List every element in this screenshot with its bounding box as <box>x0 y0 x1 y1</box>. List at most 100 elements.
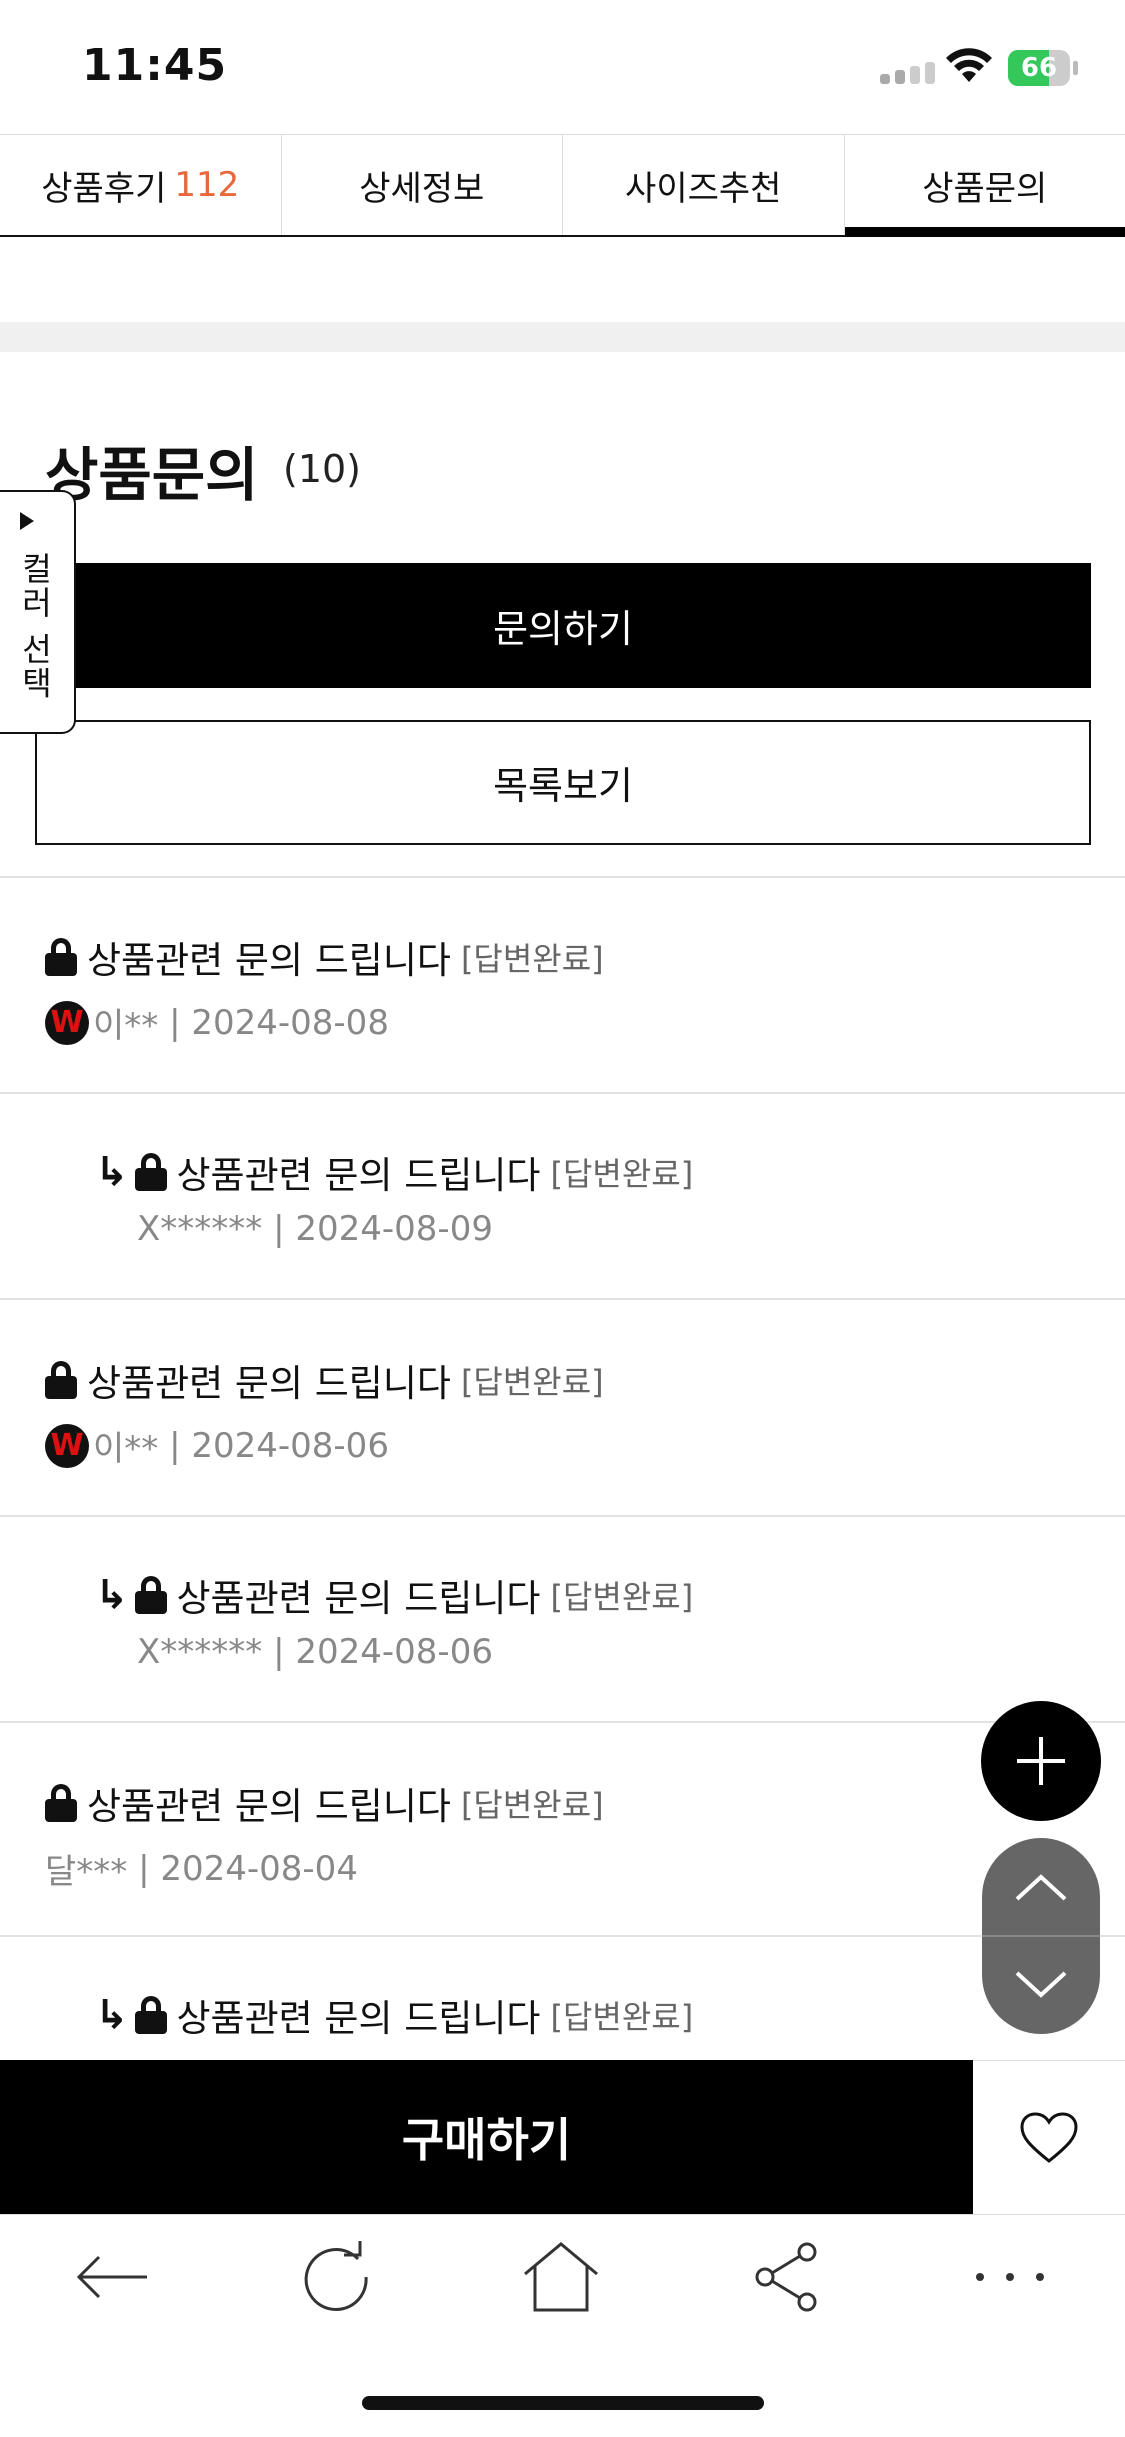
inquiry-count: (10) <box>283 447 361 491</box>
inquiry-reply-item[interactable]: ↳ 상품관련 문의 드립니다 [답변완료] X****** | 2024-08-… <box>95 1568 693 1672</box>
answer-status: [답변완료] <box>461 1780 604 1826</box>
inquiry-title-row: 상품관련 문의 드립니다 [답변완료] <box>45 1776 604 1830</box>
lock-icon <box>45 1784 77 1822</box>
inquiry-author: 이** <box>93 998 158 1047</box>
inquiry-item[interactable]: 상품관련 문의 드립니다 [답변완료] 달*** | 2024-08-04 <box>45 1776 604 1893</box>
inquiry-title-row: 상품관련 문의 드립니다 [답변완료] <box>45 1353 604 1407</box>
home-icon <box>521 2240 601 2314</box>
tab-label: 상품후기 <box>41 161 166 210</box>
status-time: 11:45 <box>82 40 227 91</box>
plus-icon <box>1011 1731 1071 1791</box>
scroll-bottom-button[interactable] <box>982 1936 1100 2034</box>
reply-arrow-icon: ↳ <box>95 1572 129 1618</box>
play-icon <box>20 512 34 530</box>
reply-arrow-icon: ↳ <box>95 1149 129 1195</box>
tab-label: 상품문의 <box>922 161 1047 210</box>
tab-details[interactable]: 상세정보 <box>282 135 564 235</box>
inquiry-title: 상품관련 문의 드립니다 <box>177 1988 541 2042</box>
ask-button[interactable]: 문의하기 <box>35 563 1091 688</box>
inquiry-meta: W 이** | 2024-08-06 <box>45 1421 604 1470</box>
divider <box>0 1935 1125 1937</box>
share-button[interactable] <box>736 2232 836 2322</box>
answer-status: [답변완료] <box>550 1992 693 2038</box>
inquiry-title-row: ↳ 상품관련 문의 드립니다 [답변완료] <box>95 1145 693 1199</box>
share-icon <box>749 2240 823 2314</box>
more-icon <box>973 2270 1047 2284</box>
tab-reviews[interactable]: 상품후기 112 <box>0 135 282 235</box>
inquiry-item[interactable]: 상품관련 문의 드립니다 [답변완료] W 이** | 2024-08-06 <box>45 1353 604 1470</box>
answer-status: [답변완료] <box>550 1572 693 1618</box>
member-grade-badge: W <box>45 1001 89 1045</box>
divider <box>0 1092 1125 1094</box>
inquiry-title-row: ↳ 상품관련 문의 드립니다 [답변완료] <box>95 1988 693 2042</box>
inquiry-item[interactable]: 상품관련 문의 드립니다 [답변완료] W 이** | 2024-08-08 <box>45 930 604 1047</box>
page-title: 상품문의 <box>45 428 258 512</box>
review-count: 112 <box>174 165 239 205</box>
home-button[interactable] <box>511 2232 611 2322</box>
answer-status: [답변완료] <box>461 934 604 980</box>
back-button[interactable] <box>62 2232 162 2322</box>
inquiry-title-row: ↳ 상품관련 문의 드립니다 [답변완료] <box>95 1568 693 1622</box>
inquiry-meta: X****** | 2024-08-09 <box>137 1209 693 1249</box>
section-separator <box>0 322 1125 352</box>
divider <box>0 1298 1125 1300</box>
lock-icon <box>45 1361 77 1399</box>
heart-icon <box>1019 2111 1079 2165</box>
answer-status: [답변완료] <box>550 1149 693 1195</box>
inquiry-meta: X****** | 2024-08-06 <box>137 1632 693 1672</box>
answer-status: [답변완료] <box>461 1357 604 1403</box>
inquiry-date: | 2024-08-09 <box>273 1209 493 1249</box>
refresh-button[interactable] <box>286 2232 386 2322</box>
inquiry-date: | 2024-08-08 <box>169 1003 389 1043</box>
back-arrow-icon <box>75 2255 149 2299</box>
more-button[interactable] <box>960 2232 1060 2322</box>
chevron-down-icon <box>1015 1971 1067 1999</box>
member-grade-badge: W <box>45 1424 89 1468</box>
battery-level: 66 <box>1008 50 1070 86</box>
buy-button[interactable]: 구매하기 <box>0 2060 973 2214</box>
scroll-buttons <box>982 1838 1100 2034</box>
tab-label: 사이즈추천 <box>625 161 781 210</box>
inquiry-title-row: 상품관련 문의 드립니다 [답변완료] <box>45 930 604 984</box>
tab-inquiry[interactable]: 상품문의 <box>845 135 1125 235</box>
product-tabs: 상품후기 112 상세정보 사이즈추천 상품문의 <box>0 134 1125 237</box>
battery-icon: 66 <box>1008 50 1070 86</box>
inquiry-meta: 달*** | 2024-08-04 <box>45 1844 604 1893</box>
inquiry-reply-item[interactable]: ↳ 상품관련 문의 드립니다 [답변완료] X****** | 2024-08-… <box>95 1145 693 1249</box>
reply-arrow-icon: ↳ <box>95 1992 129 2038</box>
inquiry-title: 상품관련 문의 드립니다 <box>177 1568 541 1622</box>
home-indicator <box>362 2396 764 2410</box>
tab-size-recommendation[interactable]: 사이즈추천 <box>563 135 845 235</box>
inquiry-date: | 2024-08-06 <box>169 1426 389 1466</box>
tab-label: 상세정보 <box>359 161 484 210</box>
plus-button[interactable] <box>981 1701 1101 1821</box>
inquiry-title: 상품관련 문의 드립니다 <box>177 1145 541 1199</box>
lock-icon <box>45 938 77 976</box>
lock-icon <box>135 1996 167 2034</box>
chevron-up-icon <box>1015 1873 1067 1901</box>
status-bar: 11:45 66 <box>0 0 1125 134</box>
lock-icon <box>135 1153 167 1191</box>
inquiry-author: 달*** <box>45 1844 127 1893</box>
inquiry-title: 상품관련 문의 드립니다 <box>87 1776 451 1830</box>
inquiry-date: | 2024-08-06 <box>273 1632 493 1672</box>
inquiry-reply-item[interactable]: ↳ 상품관련 문의 드립니다 [답변완료] <box>95 1988 693 2042</box>
cellular-signal-icon <box>880 62 940 84</box>
inquiry-author: X****** <box>137 1632 262 1672</box>
battery-tip <box>1073 61 1078 75</box>
divider <box>0 876 1125 878</box>
color-select-tab[interactable]: 컬러 선택 <box>0 490 76 734</box>
divider <box>0 1515 1125 1517</box>
wishlist-button[interactable] <box>973 2060 1125 2215</box>
inquiry-meta: W 이** | 2024-08-08 <box>45 998 604 1047</box>
inquiry-date: | 2024-08-04 <box>138 1849 358 1889</box>
list-view-button[interactable]: 목록보기 <box>35 720 1091 845</box>
color-select-label: 컬러 선택 <box>12 552 58 700</box>
lock-icon <box>135 1576 167 1614</box>
scroll-top-button[interactable] <box>982 1838 1100 1936</box>
inquiry-author: X****** <box>137 1209 262 1249</box>
inquiry-title: 상품관련 문의 드립니다 <box>87 930 451 984</box>
inquiry-title: 상품관련 문의 드립니다 <box>87 1353 451 1407</box>
wifi-icon <box>945 48 993 84</box>
divider <box>0 1721 1125 1723</box>
